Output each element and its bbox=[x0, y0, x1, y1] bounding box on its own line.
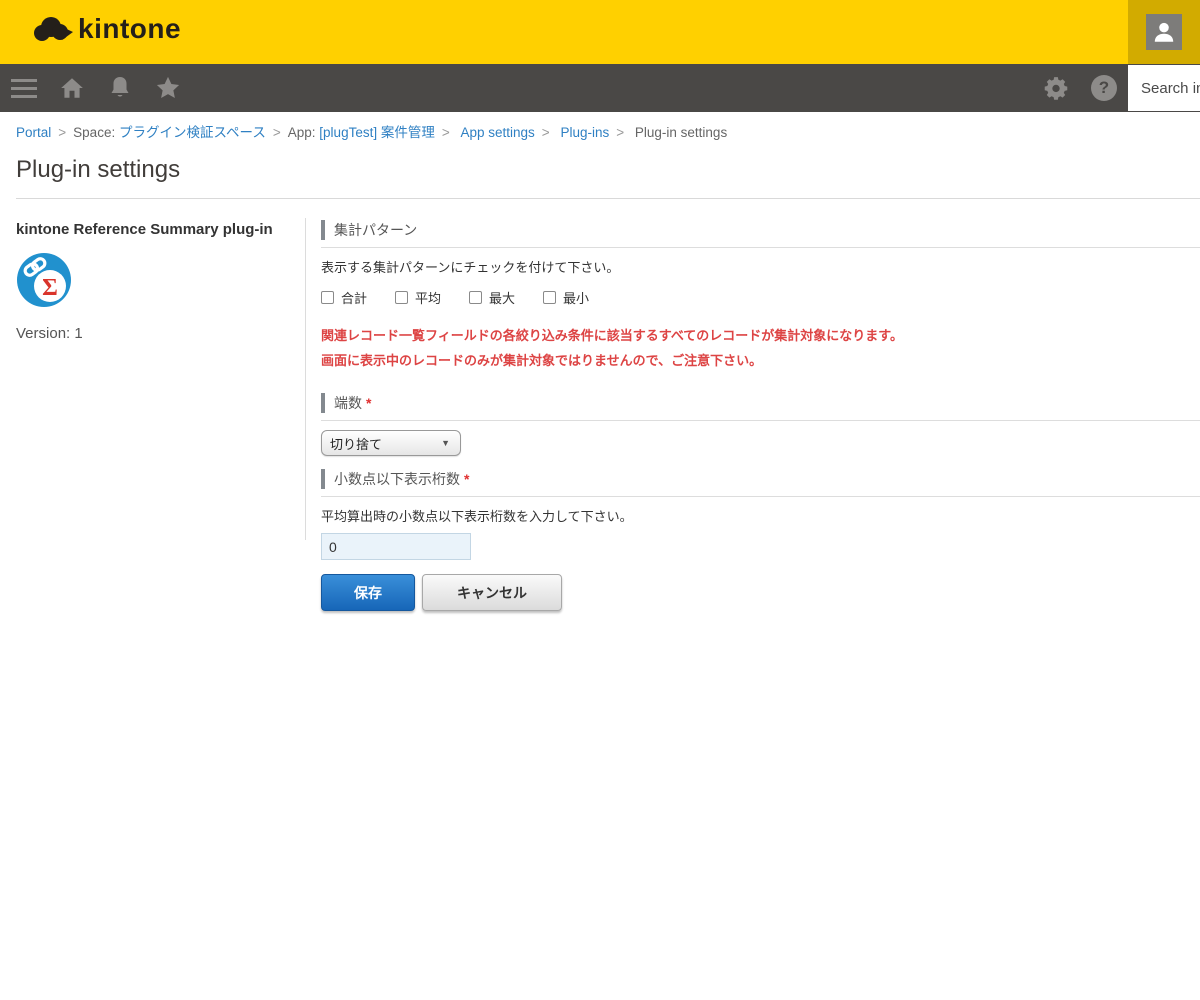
required-asterisk: * bbox=[366, 395, 371, 411]
breadcrumb-prefix-app: App: bbox=[288, 125, 316, 140]
nav-right-group: ? bbox=[1032, 64, 1200, 112]
rounding-selected-value: 切り捨て bbox=[330, 434, 382, 453]
checkbox-max-box bbox=[469, 291, 482, 304]
decimal-instruction: 平均算出時の小数点以下表示桁数を入力して下さい。 bbox=[321, 506, 1200, 525]
home-button[interactable] bbox=[48, 64, 96, 112]
notifications-button[interactable] bbox=[96, 64, 144, 112]
warning-messages: 関連レコード一覧フィールドの各絞り込み条件に該当するすべてのレコードが集計対象に… bbox=[321, 323, 1200, 373]
kintone-cloud-icon bbox=[30, 13, 74, 45]
favorites-button[interactable] bbox=[144, 64, 192, 112]
warning-line-1: 関連レコード一覧フィールドの各絞り込み条件に該当するすべてのレコードが集計対象に… bbox=[321, 323, 1200, 348]
checkbox-max[interactable]: 最大 bbox=[469, 288, 515, 307]
checkbox-total-label: 合計 bbox=[341, 288, 367, 307]
kintone-logo-text: kintone bbox=[78, 13, 181, 45]
global-search-input[interactable] bbox=[1128, 65, 1200, 111]
breadcrumb-link-portal[interactable]: Portal bbox=[16, 125, 51, 140]
gear-icon bbox=[1043, 75, 1069, 101]
top-header-bar: kintone bbox=[0, 0, 1200, 64]
person-icon bbox=[1151, 19, 1177, 45]
breadcrumb-separator: > bbox=[616, 125, 624, 140]
global-nav-bar: ? bbox=[0, 64, 1200, 112]
breadcrumb-separator: > bbox=[542, 125, 550, 140]
breadcrumb-separator: > bbox=[58, 125, 66, 140]
breadcrumb: Portal > Space: プラグイン検証スペース > App: [plugTest… bbox=[16, 121, 727, 141]
account-area bbox=[1128, 0, 1200, 64]
checkbox-total-box bbox=[321, 291, 334, 304]
help-icon: ? bbox=[1091, 75, 1117, 101]
breadcrumb-link-app-settings[interactable]: App settings bbox=[461, 125, 535, 140]
checkbox-average-label: 平均 bbox=[415, 288, 441, 307]
plugin-version: Version: 1 bbox=[16, 325, 289, 342]
checkbox-total[interactable]: 合計 bbox=[321, 288, 367, 307]
decimal-heading-label: 小数点以下表示桁数* bbox=[321, 469, 469, 489]
form-buttons: 保存 キャンセル bbox=[321, 574, 1200, 611]
title-divider bbox=[16, 198, 1200, 199]
checkbox-average-box bbox=[395, 291, 408, 304]
checkbox-average[interactable]: 平均 bbox=[395, 288, 441, 307]
checkbox-min[interactable]: 最小 bbox=[543, 288, 589, 307]
summary-pattern-checkbox-row: 合計 平均 最大 最小 bbox=[321, 288, 1200, 307]
breadcrumb-current: Plug-in settings bbox=[635, 125, 727, 140]
breadcrumb-link-space[interactable]: プラグイン検証スペース bbox=[119, 125, 266, 140]
kintone-logo[interactable]: kintone bbox=[30, 13, 181, 45]
section-rounding-heading: 端数* bbox=[321, 393, 1200, 421]
page-title: Plug-in settings bbox=[16, 156, 180, 184]
home-icon bbox=[59, 75, 85, 101]
hamburger-icon bbox=[11, 79, 37, 98]
user-avatar-button[interactable] bbox=[1146, 14, 1182, 50]
warning-line-2: 画面に表示中のレコードのみが集計対象ではりませんので、ご注意下さい。 bbox=[321, 348, 1200, 373]
settings-button[interactable] bbox=[1032, 64, 1080, 112]
rounding-heading-label: 端数* bbox=[321, 393, 371, 413]
plugin-settings-form: 集計パターン 表示する集計パターンにチェックを付けて下さい。 合計 平均 最大 … bbox=[321, 220, 1200, 611]
decimal-places-input[interactable] bbox=[321, 533, 471, 560]
section-summary-pattern-heading: 集計パターン bbox=[321, 220, 1200, 248]
checkbox-min-box bbox=[543, 291, 556, 304]
breadcrumb-separator: > bbox=[273, 125, 281, 140]
menu-hamburger-button[interactable] bbox=[0, 64, 48, 112]
breadcrumb-link-app[interactable]: [plugTest] 案件管理 bbox=[319, 125, 435, 140]
cancel-button[interactable]: キャンセル bbox=[422, 574, 562, 611]
plugin-settings-page: kintone bbox=[0, 0, 1200, 1000]
checkbox-min-label: 最小 bbox=[563, 288, 589, 307]
breadcrumb-link-plugins[interactable]: Plug-ins bbox=[560, 125, 609, 140]
summary-pattern-instruction: 表示する集計パターンにチェックを付けて下さい。 bbox=[321, 257, 1200, 276]
rounding-select[interactable]: 切り捨て ▼ bbox=[321, 430, 461, 456]
chevron-down-icon: ▼ bbox=[441, 438, 450, 448]
plugin-info-panel: kintone Reference Summary plug-in Σ Vers… bbox=[16, 220, 289, 342]
checkbox-max-label: 最大 bbox=[489, 288, 515, 307]
plugin-icon: Σ bbox=[16, 252, 72, 308]
required-asterisk: * bbox=[464, 471, 469, 487]
breadcrumb-prefix-space: Space: bbox=[73, 125, 115, 140]
bell-icon bbox=[108, 75, 132, 101]
summary-pattern-heading-label: 集計パターン bbox=[321, 220, 417, 240]
help-button[interactable]: ? bbox=[1080, 64, 1128, 112]
section-decimal-heading: 小数点以下表示桁数* bbox=[321, 469, 1200, 497]
plugin-name: kintone Reference Summary plug-in bbox=[16, 220, 289, 239]
save-button[interactable]: 保存 bbox=[321, 574, 415, 611]
breadcrumb-separator: > bbox=[442, 125, 450, 140]
sigma-glyph: Σ bbox=[42, 275, 58, 301]
panel-divider bbox=[305, 218, 306, 540]
star-icon bbox=[154, 74, 182, 102]
